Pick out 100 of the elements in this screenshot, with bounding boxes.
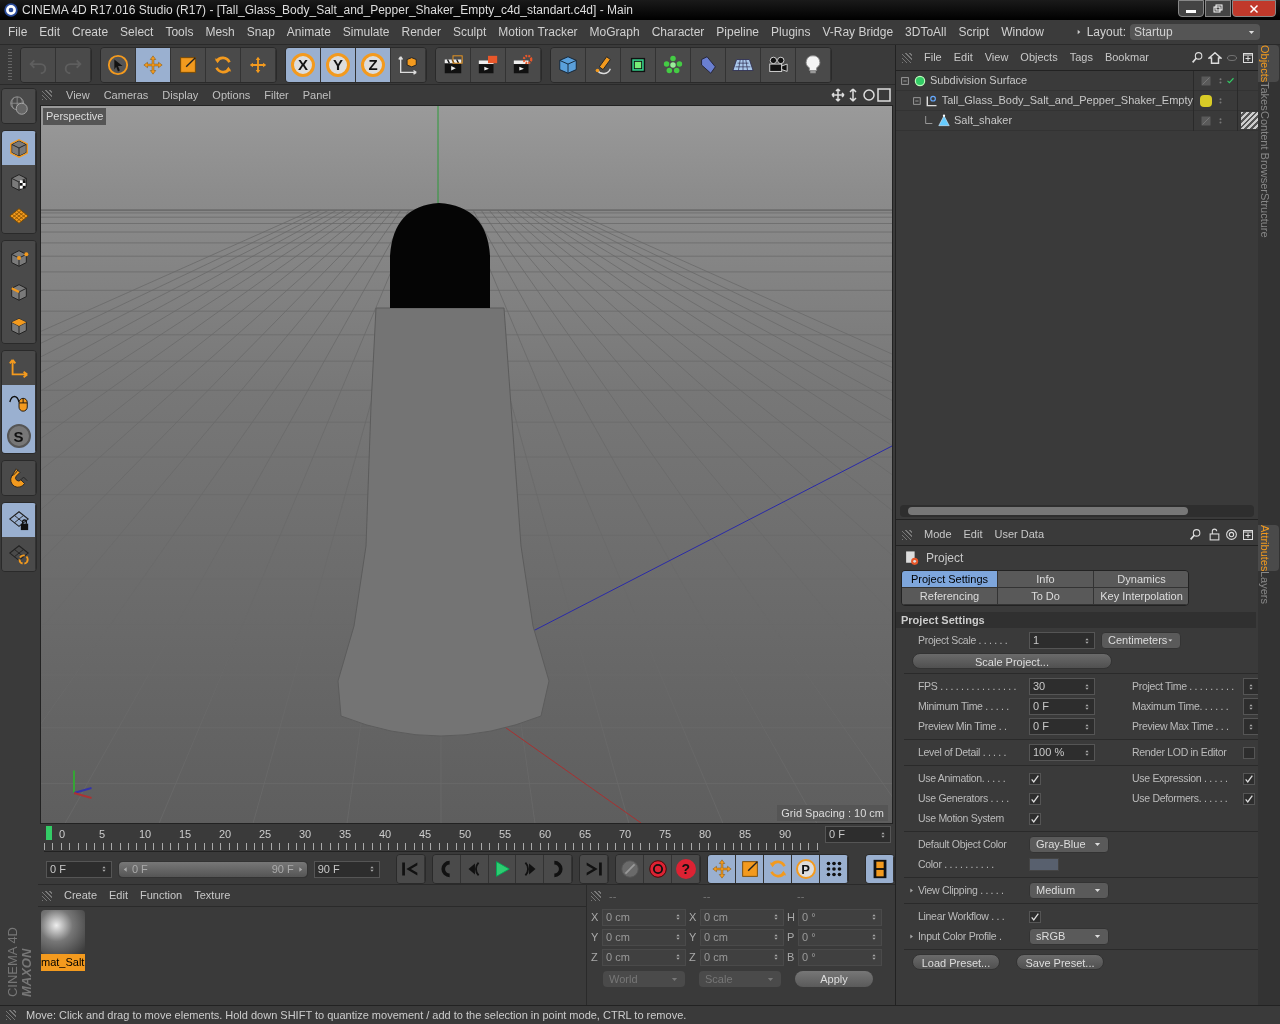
number-field[interactable] bbox=[1243, 678, 1258, 695]
end-frame-field[interactable]: 90 F bbox=[313, 860, 380, 878]
start-frame-field[interactable]: 0 F bbox=[46, 860, 112, 878]
menu-item[interactable]: Edit bbox=[957, 526, 989, 543]
tool-button[interactable] bbox=[621, 47, 656, 82]
side-tab[interactable]: Layers bbox=[1258, 571, 1279, 605]
attribute-tab[interactable]: Referencing bbox=[902, 588, 998, 605]
preset-button[interactable]: Save Preset... bbox=[1016, 954, 1104, 970]
horizontal-scrollbar[interactable] bbox=[900, 505, 1254, 517]
checkbox[interactable] bbox=[1243, 792, 1255, 805]
tool-button[interactable] bbox=[2, 385, 36, 419]
tool-button[interactable] bbox=[471, 47, 506, 82]
coordinate-field[interactable]: 0 cm bbox=[700, 948, 784, 966]
side-tab[interactable]: Objects bbox=[1258, 45, 1279, 83]
tool-button[interactable] bbox=[2, 503, 36, 537]
menu-item[interactable]: Options bbox=[206, 86, 257, 104]
tool-button[interactable] bbox=[726, 47, 761, 82]
playhead-marker[interactable] bbox=[46, 826, 52, 840]
menu-item[interactable]: File bbox=[2, 23, 34, 41]
viewport[interactable]: Perspective Grid Spacing : 10 cm bbox=[40, 105, 893, 824]
checkbox[interactable] bbox=[1029, 772, 1041, 785]
tool-button[interactable] bbox=[136, 47, 171, 82]
menu-item[interactable]: Objects bbox=[1014, 49, 1064, 66]
checkbox[interactable] bbox=[1243, 772, 1255, 785]
coordinate-field[interactable]: 0 cm bbox=[700, 928, 784, 946]
help-button[interactable]: ? bbox=[672, 855, 701, 883]
tool-button[interactable] bbox=[2, 131, 36, 165]
menu-item[interactable]: Motion Tracker bbox=[492, 23, 584, 41]
coordinate-field[interactable]: 0 ° bbox=[798, 948, 882, 966]
menu-item[interactable]: User Data bbox=[988, 526, 1051, 543]
letter-button[interactable]: S bbox=[2, 419, 36, 453]
menu-item[interactable]: MoGraph bbox=[583, 23, 646, 41]
object-row[interactable]: Tall_Glass_Body_Salt_and_Pepper_Shaker_Empty bbox=[896, 91, 1258, 111]
preset-button[interactable]: Load Preset... bbox=[912, 954, 1000, 970]
menu-item[interactable]: Mode bbox=[918, 526, 958, 543]
attribute-tab[interactable]: Dynamics bbox=[1094, 571, 1188, 588]
side-tab[interactable]: Attributes bbox=[1258, 525, 1279, 572]
menu-item[interactable]: Filter bbox=[258, 86, 295, 104]
side-tab[interactable]: Content Browser bbox=[1258, 111, 1279, 193]
menu-item[interactable]: Sculpt bbox=[446, 23, 493, 41]
tool-button[interactable] bbox=[2, 165, 36, 199]
number-field[interactable] bbox=[1243, 718, 1258, 735]
maximize-button[interactable] bbox=[1205, 0, 1231, 17]
tool-button[interactable] bbox=[2, 461, 36, 495]
number-field[interactable]: 1 bbox=[1029, 632, 1095, 649]
material-name[interactable]: mat_Salt bbox=[41, 954, 85, 971]
axis-lock-button[interactable]: X bbox=[286, 47, 321, 82]
menu-item[interactable]: Select bbox=[114, 23, 160, 41]
object-row[interactable]: Subdivision Surface bbox=[896, 71, 1258, 91]
dropdown[interactable]: Medium bbox=[1029, 882, 1109, 899]
coordinate-field[interactable]: 0 cm bbox=[602, 948, 686, 966]
tool-button[interactable] bbox=[764, 855, 793, 883]
tool-button[interactable] bbox=[391, 47, 426, 82]
coordinate-field[interactable]: 0 ° bbox=[798, 908, 882, 926]
material-preview[interactable] bbox=[41, 910, 85, 954]
menu-item[interactable]: Bookmar bbox=[1098, 49, 1155, 66]
color-swatch[interactable] bbox=[1029, 858, 1059, 871]
menu-item[interactable]: V-Ray Bridge bbox=[816, 23, 900, 41]
close-button[interactable] bbox=[1232, 0, 1276, 17]
menu-item[interactable]: Edit bbox=[103, 887, 134, 904]
menu-item[interactable]: Cameras bbox=[97, 86, 155, 104]
coordinate-field[interactable]: 0 ° bbox=[798, 928, 882, 946]
menu-item[interactable]: View bbox=[978, 49, 1015, 66]
number-field[interactable]: 0 F bbox=[1029, 698, 1095, 715]
attribute-tab[interactable]: Info bbox=[998, 571, 1094, 588]
tool-button[interactable] bbox=[656, 47, 691, 82]
layout-dropdown[interactable]: Startup bbox=[1130, 24, 1260, 40]
attribute-tab[interactable]: To Do bbox=[998, 588, 1094, 605]
menu-item[interactable]: File bbox=[918, 49, 948, 66]
tool-button[interactable] bbox=[866, 855, 894, 883]
tool-button[interactable] bbox=[241, 47, 276, 82]
tool-button[interactable] bbox=[736, 855, 765, 883]
menu-item[interactable]: Edit bbox=[947, 49, 979, 66]
tool-button[interactable] bbox=[708, 855, 737, 883]
checkbox[interactable] bbox=[1029, 792, 1041, 805]
coordinate-field[interactable]: 0 cm bbox=[700, 908, 784, 926]
apply-button[interactable]: Apply bbox=[795, 971, 873, 987]
material-tag[interactable] bbox=[1241, 112, 1258, 129]
attribute-tab[interactable]: Project Settings bbox=[902, 571, 998, 588]
number-field[interactable]: 30 bbox=[1029, 678, 1095, 695]
menu-item[interactable]: Create bbox=[66, 23, 115, 41]
side-tab[interactable]: Takes bbox=[1258, 82, 1279, 112]
tool-button[interactable] bbox=[436, 47, 471, 82]
menu-item[interactable]: Script bbox=[952, 23, 996, 41]
tool-button[interactable] bbox=[2, 199, 36, 233]
menu-item[interactable]: Simulate bbox=[336, 23, 396, 41]
coordinate-field[interactable]: 0 cm bbox=[602, 908, 686, 926]
tool-button[interactable] bbox=[586, 47, 621, 82]
menu-item[interactable]: Display bbox=[156, 86, 205, 104]
menu-item[interactable]: Tools bbox=[159, 23, 200, 41]
tool-button[interactable] bbox=[761, 47, 796, 82]
tool-button[interactable] bbox=[820, 855, 849, 883]
menu-item[interactable]: Mesh bbox=[199, 23, 241, 41]
number-field[interactable]: 100 % bbox=[1029, 744, 1095, 761]
menu-item[interactable]: Animate bbox=[280, 23, 337, 41]
menu-item[interactable]: Create bbox=[58, 887, 104, 904]
menu-item[interactable]: Character bbox=[645, 23, 711, 41]
minimize-button[interactable] bbox=[1178, 0, 1204, 17]
dropdown[interactable]: sRGB bbox=[1029, 928, 1109, 945]
menu-item[interactable]: View bbox=[60, 86, 96, 104]
